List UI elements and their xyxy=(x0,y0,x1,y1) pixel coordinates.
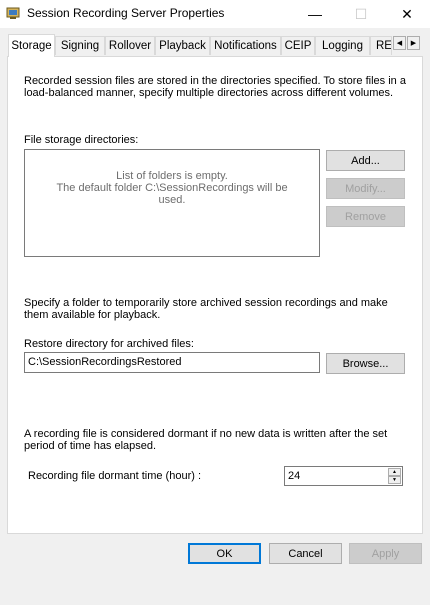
storage-panel: Recorded session files are stored in the… xyxy=(7,56,423,534)
restore-directory-input[interactable]: C:\SessionRecordingsRestored xyxy=(24,352,320,373)
storage-directories-list[interactable]: List of folders is empty. The default fo… xyxy=(24,149,320,257)
archive-intro-text: Specify a folder to temporarily store ar… xyxy=(24,297,388,321)
storage-intro-text: Recorded session files are stored in the… xyxy=(24,75,406,99)
minimize-icon: — xyxy=(308,6,322,22)
dormant-intro-text: A recording file is considered dormant i… xyxy=(24,428,388,452)
tab-signing[interactable]: Signing xyxy=(55,36,105,55)
cancel-button[interactable]: Cancel xyxy=(269,543,342,564)
app-icon xyxy=(6,7,20,19)
chevron-left-icon: ◀ xyxy=(396,40,403,47)
maximize-icon: ☐ xyxy=(354,5,368,22)
close-icon: ✕ xyxy=(401,5,413,22)
default-folder-message: The default folder C:\SessionRecordings … xyxy=(56,182,288,206)
ok-button[interactable]: OK xyxy=(188,543,261,564)
stepper-down-button[interactable]: ▼ xyxy=(388,476,401,484)
dormant-time-label: Recording file dormant time (hour) : xyxy=(28,470,202,482)
tab-re[interactable]: RE xyxy=(370,36,392,55)
modify-button: Modify... xyxy=(326,178,405,199)
minimize-button[interactable]: — xyxy=(292,0,338,28)
close-button[interactable]: ✕ xyxy=(384,0,430,28)
dormant-time-value: 24 xyxy=(288,470,301,482)
apply-button: Apply xyxy=(349,543,422,564)
tab-notifications[interactable]: Notifications xyxy=(210,36,281,55)
tab-strip: Storage Signing Rollover Playback Notifi… xyxy=(8,34,422,57)
tab-rollover[interactable]: Rollover xyxy=(105,36,155,55)
title-bar: Session Recording Server Properties — ☐ … xyxy=(0,0,430,28)
chevron-right-icon: ▶ xyxy=(410,40,417,47)
empty-list-message: List of folders is empty. xyxy=(116,170,228,182)
add-button[interactable]: Add... xyxy=(326,150,405,171)
maximize-button: ☐ xyxy=(338,0,384,28)
window-title: Session Recording Server Properties xyxy=(27,6,225,20)
tab-scroll-left-button[interactable]: ◀ xyxy=(393,36,406,50)
remove-button: Remove xyxy=(326,206,405,227)
restore-directory-label: Restore directory for archived files: xyxy=(24,338,194,350)
tab-storage[interactable]: Storage xyxy=(8,34,55,57)
tab-logging[interactable]: Logging xyxy=(315,36,370,55)
tab-playback[interactable]: Playback xyxy=(155,36,210,55)
browse-button[interactable]: Browse... xyxy=(326,353,405,374)
dormant-time-stepper[interactable]: 24 ▲ ▼ xyxy=(284,466,403,486)
tab-scroll-right-button[interactable]: ▶ xyxy=(407,36,420,50)
stepper-up-button[interactable]: ▲ xyxy=(388,468,401,476)
file-storage-directories-label: File storage directories: xyxy=(24,134,139,146)
tab-ceip[interactable]: CEIP xyxy=(281,36,315,55)
